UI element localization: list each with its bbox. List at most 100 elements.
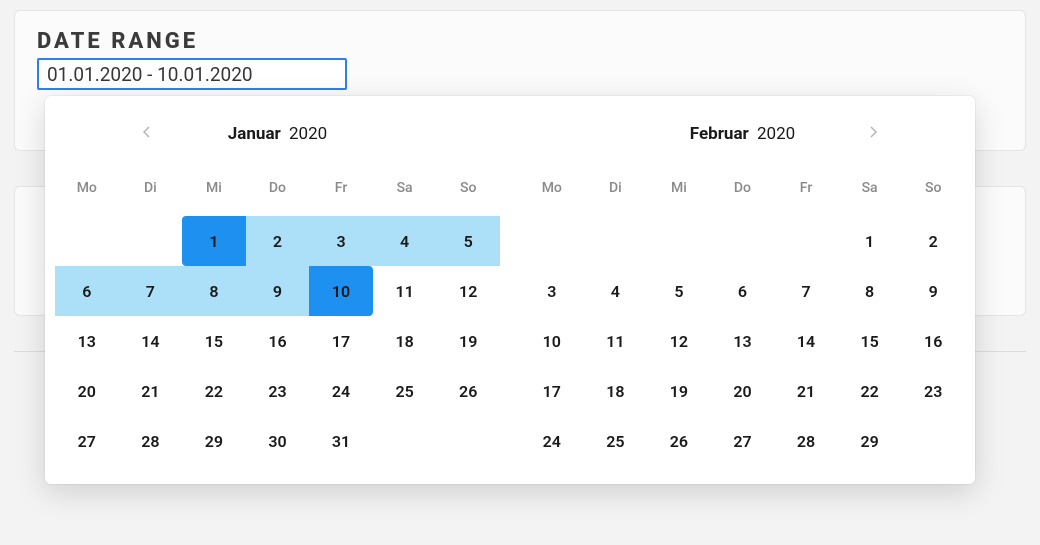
day-label: 22 (182, 366, 246, 416)
calendar-day[interactable]: 31 (309, 416, 373, 466)
day-label: 25 (584, 416, 648, 466)
weekday-label: Mi (647, 170, 711, 216)
calendar-day[interactable]: 24 (309, 366, 373, 416)
calendar-day[interactable]: 16 (246, 316, 310, 366)
day-label (55, 216, 119, 266)
calendar-grid-left: MoDiMiDoFrSaSo 1234567891011121314151617… (55, 170, 500, 466)
weekday-label: Fr (774, 170, 838, 216)
calendar-day[interactable]: 1 (182, 216, 246, 266)
calendar-day[interactable]: 18 (584, 366, 648, 416)
calendar-day[interactable]: 14 (119, 316, 183, 366)
calendar-day[interactable]: 8 (838, 266, 902, 316)
calendar-day[interactable]: 5 (647, 266, 711, 316)
calendar-month-left: Januar 2020 MoDiMiDoFrSaSo 1234567891011… (45, 110, 510, 466)
calendar-day[interactable]: 23 (901, 366, 965, 416)
day-label: 8 (182, 266, 246, 316)
day-label: 13 (711, 316, 775, 366)
calendar-day[interactable]: 28 (119, 416, 183, 466)
calendar-day[interactable]: 29 (838, 416, 902, 466)
calendar-day[interactable]: 12 (436, 266, 500, 316)
calendar-day[interactable]: 30 (246, 416, 310, 466)
day-label: 14 (119, 316, 183, 366)
calendar-day[interactable]: 6 (55, 266, 119, 316)
calendar-day[interactable]: 4 (373, 216, 437, 266)
weekday-label: Do (246, 170, 310, 216)
calendar-day[interactable]: 25 (373, 366, 437, 416)
calendar-day[interactable]: 18 (373, 316, 437, 366)
calendar-day[interactable]: 29 (182, 416, 246, 466)
weekday-label: Mo (520, 170, 584, 216)
calendar-day[interactable]: 21 (774, 366, 838, 416)
calendar-day[interactable]: 26 (647, 416, 711, 466)
calendar-day[interactable]: 11 (584, 316, 648, 366)
calendar-day[interactable]: 10 (309, 266, 373, 316)
calendar-day[interactable]: 20 (711, 366, 775, 416)
calendar-day[interactable]: 5 (436, 216, 500, 266)
day-label: 7 (119, 266, 183, 316)
calendar-day[interactable]: 6 (711, 266, 775, 316)
calendar-day[interactable]: 2 (901, 216, 965, 266)
month-year: 2020 (289, 124, 327, 144)
calendar-day[interactable]: 25 (584, 416, 648, 466)
calendar-day[interactable]: 15 (182, 316, 246, 366)
month-year: 2020 (757, 124, 795, 144)
calendar-day[interactable]: 22 (838, 366, 902, 416)
day-label: 15 (182, 316, 246, 366)
calendar-day[interactable]: 21 (119, 366, 183, 416)
calendar-day[interactable]: 27 (55, 416, 119, 466)
day-label: 31 (309, 416, 373, 466)
calendar-day[interactable]: 2 (246, 216, 310, 266)
day-label: 11 (584, 316, 648, 366)
calendar-day[interactable]: 12 (647, 316, 711, 366)
calendar-day[interactable]: 28 (774, 416, 838, 466)
calendar-day[interactable]: 16 (901, 316, 965, 366)
day-label: 5 (436, 216, 500, 266)
day-label: 11 (373, 266, 437, 316)
calendar-day[interactable]: 15 (838, 316, 902, 366)
calendar-day[interactable]: 20 (55, 366, 119, 416)
calendar-day[interactable]: 19 (436, 316, 500, 366)
day-label: 3 (309, 216, 373, 266)
calendar-day[interactable]: 17 (309, 316, 373, 366)
calendar-day[interactable]: 14 (774, 316, 838, 366)
calendar-day[interactable]: 22 (182, 366, 246, 416)
day-label: 30 (246, 416, 310, 466)
weekday-label: Do (711, 170, 775, 216)
calendar-day[interactable]: 3 (309, 216, 373, 266)
weekday-label: Di (584, 170, 648, 216)
calendar-day[interactable]: 1 (838, 216, 902, 266)
date-range-input[interactable] (37, 58, 347, 90)
day-label: 7 (774, 266, 838, 316)
day-label: 29 (182, 416, 246, 466)
calendar-day[interactable]: 4 (584, 266, 648, 316)
calendar-day[interactable]: 19 (647, 366, 711, 416)
calendar-day[interactable]: 26 (436, 366, 500, 416)
calendar-day[interactable]: 17 (520, 366, 584, 416)
calendar-day[interactable]: 13 (711, 316, 775, 366)
calendar-day[interactable]: 7 (774, 266, 838, 316)
next-month-button[interactable] (859, 120, 887, 148)
calendar-day[interactable]: 24 (520, 416, 584, 466)
calendar-day[interactable]: 23 (246, 366, 310, 416)
day-label: 26 (436, 366, 500, 416)
day-label: 28 (119, 416, 183, 466)
calendar-day[interactable]: 27 (711, 416, 775, 466)
day-label (119, 216, 183, 266)
calendar-day[interactable]: 11 (373, 266, 437, 316)
day-label: 28 (774, 416, 838, 466)
calendar-day[interactable]: 13 (55, 316, 119, 366)
day-label: 6 (711, 266, 775, 316)
calendar-empty-cell (55, 216, 119, 266)
day-label: 13 (55, 316, 119, 366)
day-label: 26 (647, 416, 711, 466)
calendar-day[interactable]: 10 (520, 316, 584, 366)
calendar-day[interactable]: 9 (901, 266, 965, 316)
calendar-day[interactable]: 9 (246, 266, 310, 316)
calendar-day[interactable]: 8 (182, 266, 246, 316)
day-label (711, 216, 775, 266)
day-label: 23 (246, 366, 310, 416)
calendar-day[interactable]: 3 (520, 266, 584, 316)
day-label: 24 (520, 416, 584, 466)
prev-month-button[interactable] (133, 120, 161, 148)
calendar-day[interactable]: 7 (119, 266, 183, 316)
